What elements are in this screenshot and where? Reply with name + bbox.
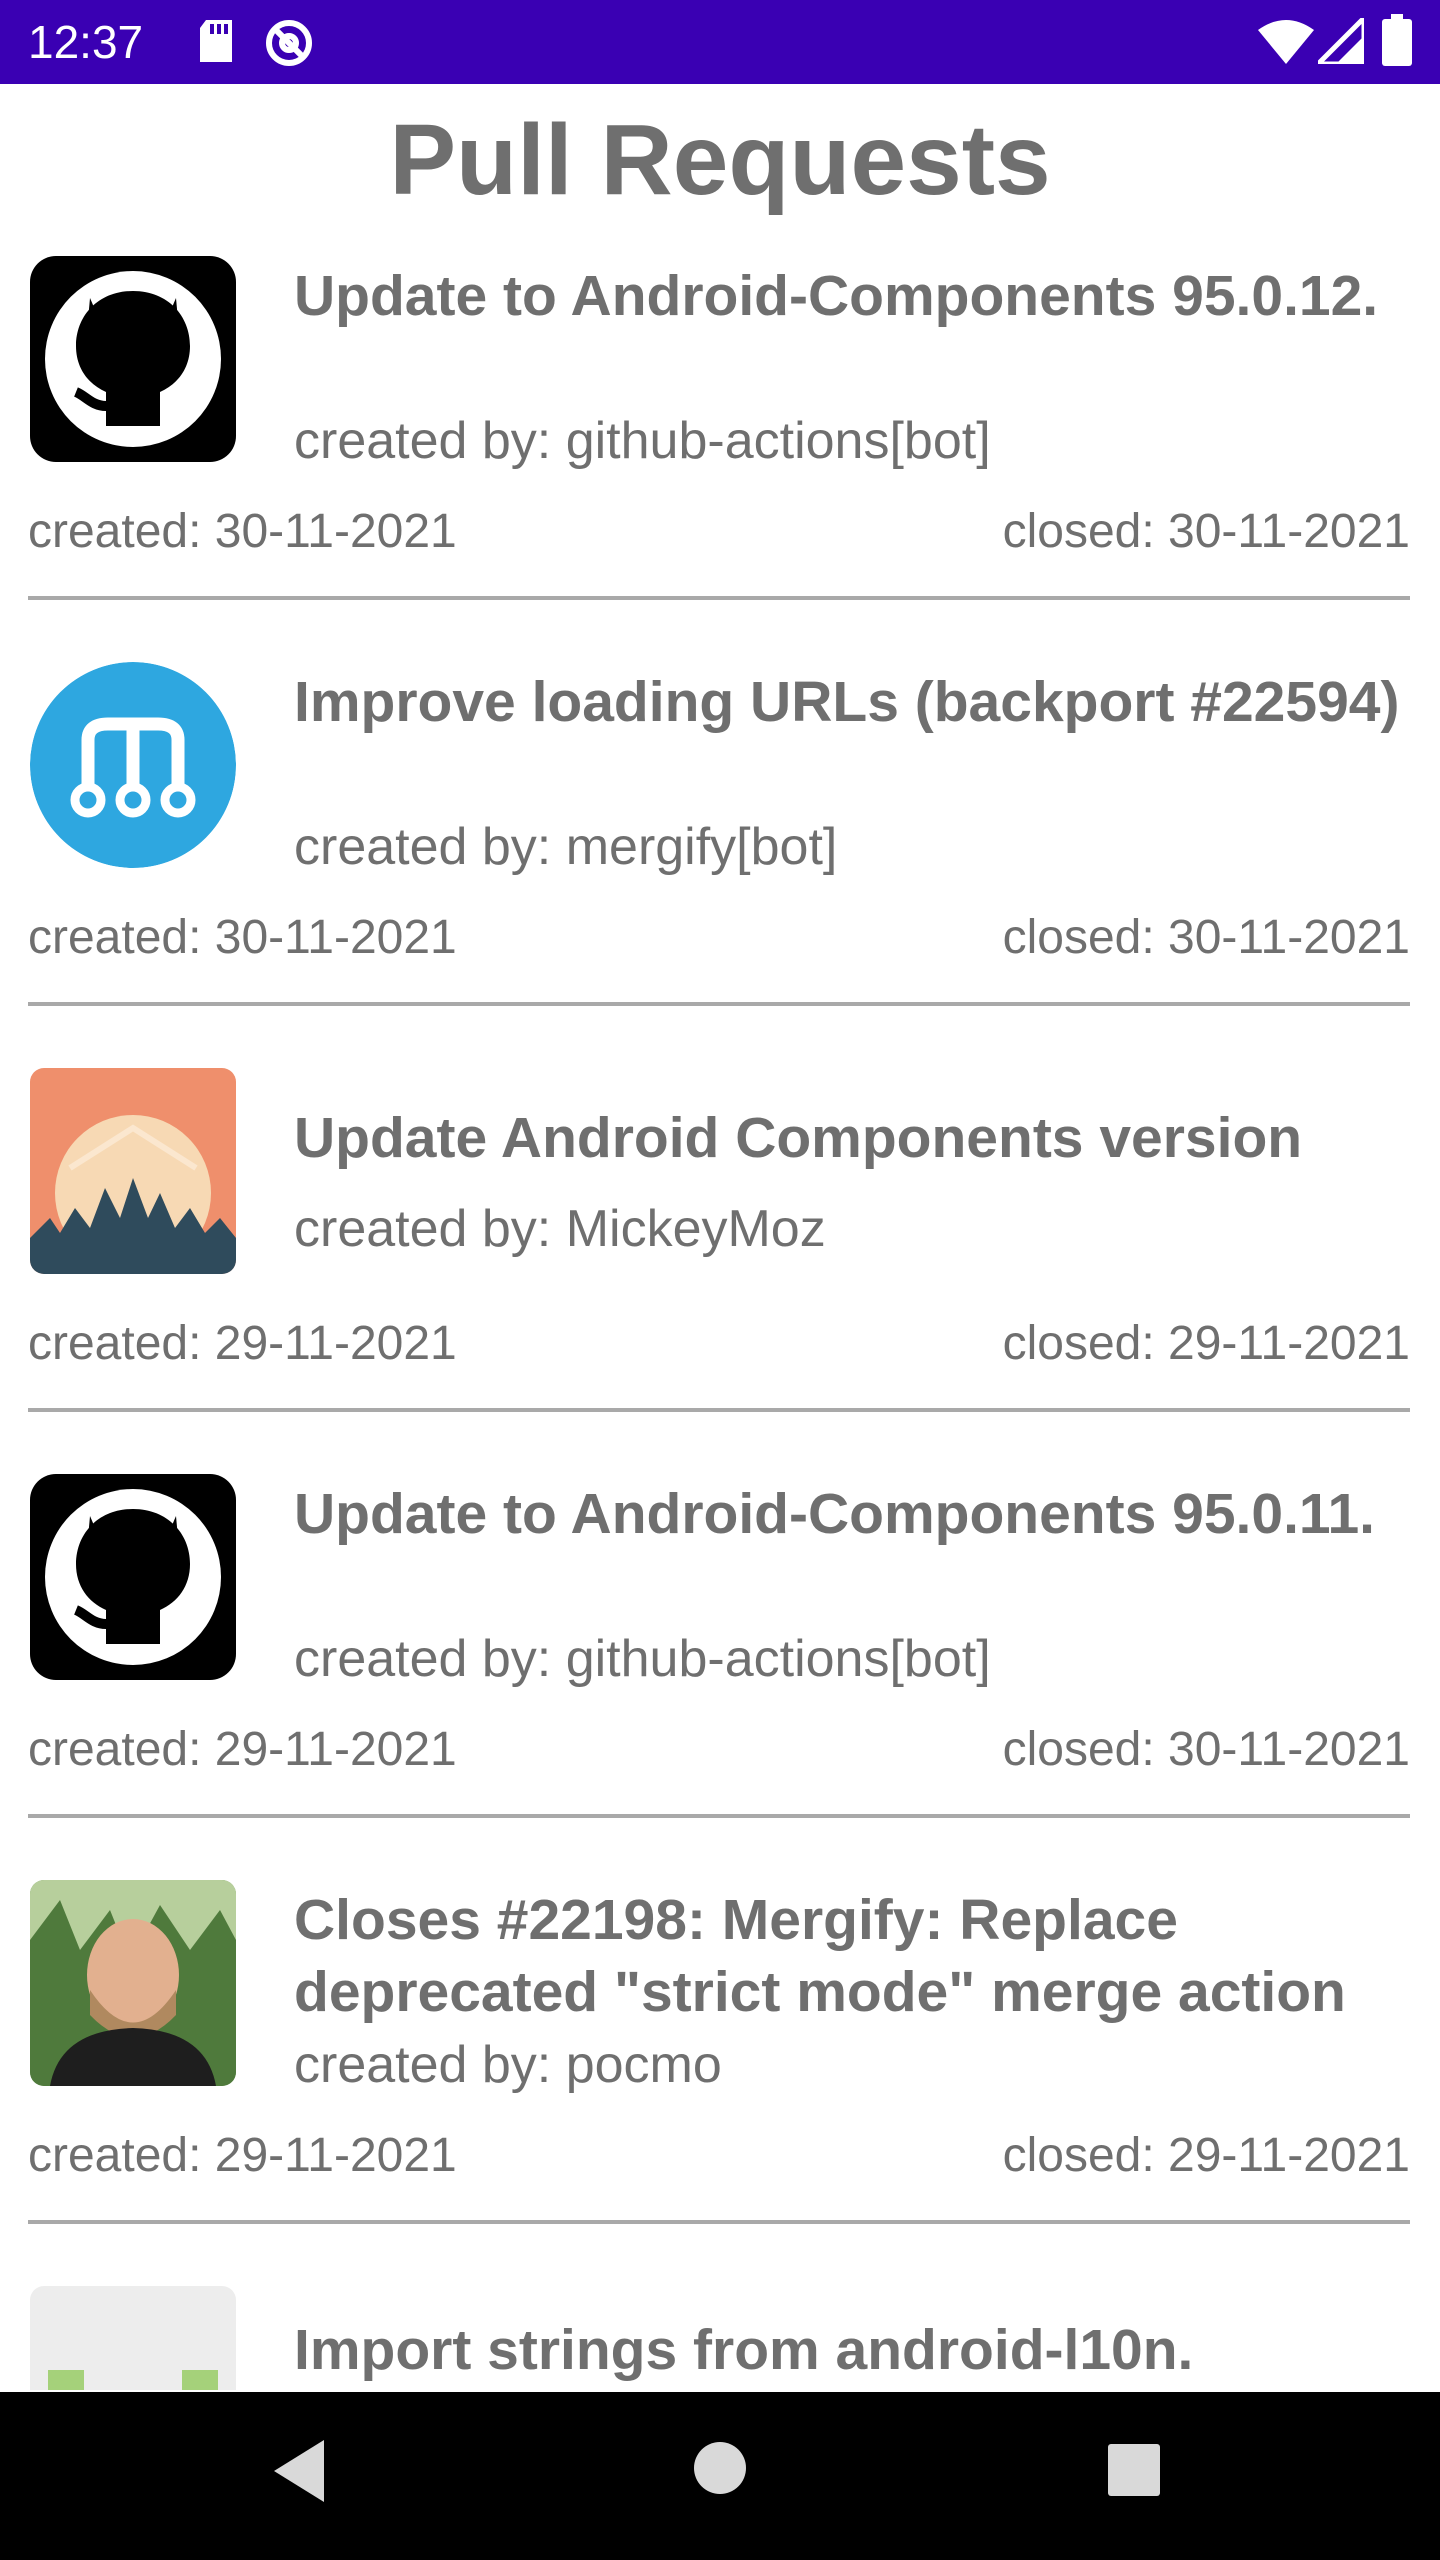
pr-author: created by: MickeyMoz (294, 1200, 826, 1258)
pr-author: created by: github-actions[bot] (294, 1630, 991, 1688)
pull-request-list[interactable]: Update to Android-Components 95.0.12. cr… (0, 240, 1440, 2390)
home-icon[interactable] (690, 2438, 750, 2503)
pull-request-item[interactable]: Closes #22198: Mergify: Replace deprecat… (0, 1864, 1440, 2270)
crowd-sunset-avatar (30, 1068, 236, 1274)
pull-request-item[interactable]: Update Android Components version create… (0, 1052, 1440, 1458)
pr-created-date: created: 29-11-2021 (28, 1317, 457, 1370)
divider (28, 1408, 1410, 1412)
recents-icon[interactable] (1106, 2442, 1162, 2503)
pr-created-date: created: 29-11-2021 (28, 1723, 457, 1776)
page-title: Pull Requests (389, 104, 1051, 216)
pr-created-date: created: 30-11-2021 (28, 911, 457, 964)
identicon-avatar (30, 2286, 236, 2390)
sd-card-icon (196, 18, 236, 71)
github-octocat-avatar (30, 256, 236, 462)
pr-created-date: created: 30-11-2021 (28, 505, 457, 558)
at-sign-icon (264, 18, 314, 73)
divider (28, 1002, 1410, 1006)
pr-closed-date: closed: 29-11-2021 (1002, 2129, 1410, 2182)
pr-closed-date: closed: 30-11-2021 (1002, 1723, 1410, 1776)
divider (28, 2220, 1410, 2224)
pr-title: Import strings from android-l10n. (294, 2318, 1194, 2382)
divider (28, 1814, 1410, 1818)
status-bar: 12:37 (0, 0, 1440, 84)
pr-closed-date: closed: 30-11-2021 (1002, 505, 1410, 558)
wifi-icon (1258, 18, 1314, 69)
person-photo-avatar (30, 1880, 236, 2086)
divider (28, 596, 1410, 600)
pr-title: Improve loading URLs (backport #22594) (294, 670, 1400, 734)
pr-author: created by: pocmo (294, 2036, 722, 2094)
pull-request-item[interactable]: Update to Android-Components 95.0.11. cr… (0, 1458, 1440, 1864)
pr-author: created by: mergify[bot] (294, 818, 838, 876)
signal-icon (1311, 11, 1367, 69)
pr-title: Update to Android-Components 95.0.12. (294, 264, 1379, 328)
navigation-bar (0, 2392, 1440, 2560)
pull-request-item[interactable]: Update to Android-Components 95.0.12. cr… (0, 240, 1440, 646)
pr-title: Update to Android-Components 95.0.11. (294, 1482, 1375, 1546)
mergify-avatar (30, 662, 236, 868)
pr-title: Closes #22198: Mergify: Replace deprecat… (294, 1888, 1346, 2024)
pr-closed-date: closed: 29-11-2021 (1002, 1317, 1410, 1370)
status-time: 12:37 (28, 16, 144, 68)
github-octocat-avatar (30, 1474, 236, 1680)
pr-title: Update Android Components version (294, 1106, 1303, 1170)
pr-author: created by: github-actions[bot] (294, 412, 991, 470)
pull-request-item[interactable]: Improve loading URLs (backport #22594) c… (0, 646, 1440, 1052)
pull-request-item[interactable]: Import strings from android-l10n. (0, 2270, 1440, 2390)
pr-closed-date: closed: 30-11-2021 (1002, 911, 1410, 964)
pr-created-date: created: 29-11-2021 (28, 2129, 457, 2182)
battery-icon (1382, 14, 1412, 71)
back-icon[interactable] (270, 2436, 330, 2511)
